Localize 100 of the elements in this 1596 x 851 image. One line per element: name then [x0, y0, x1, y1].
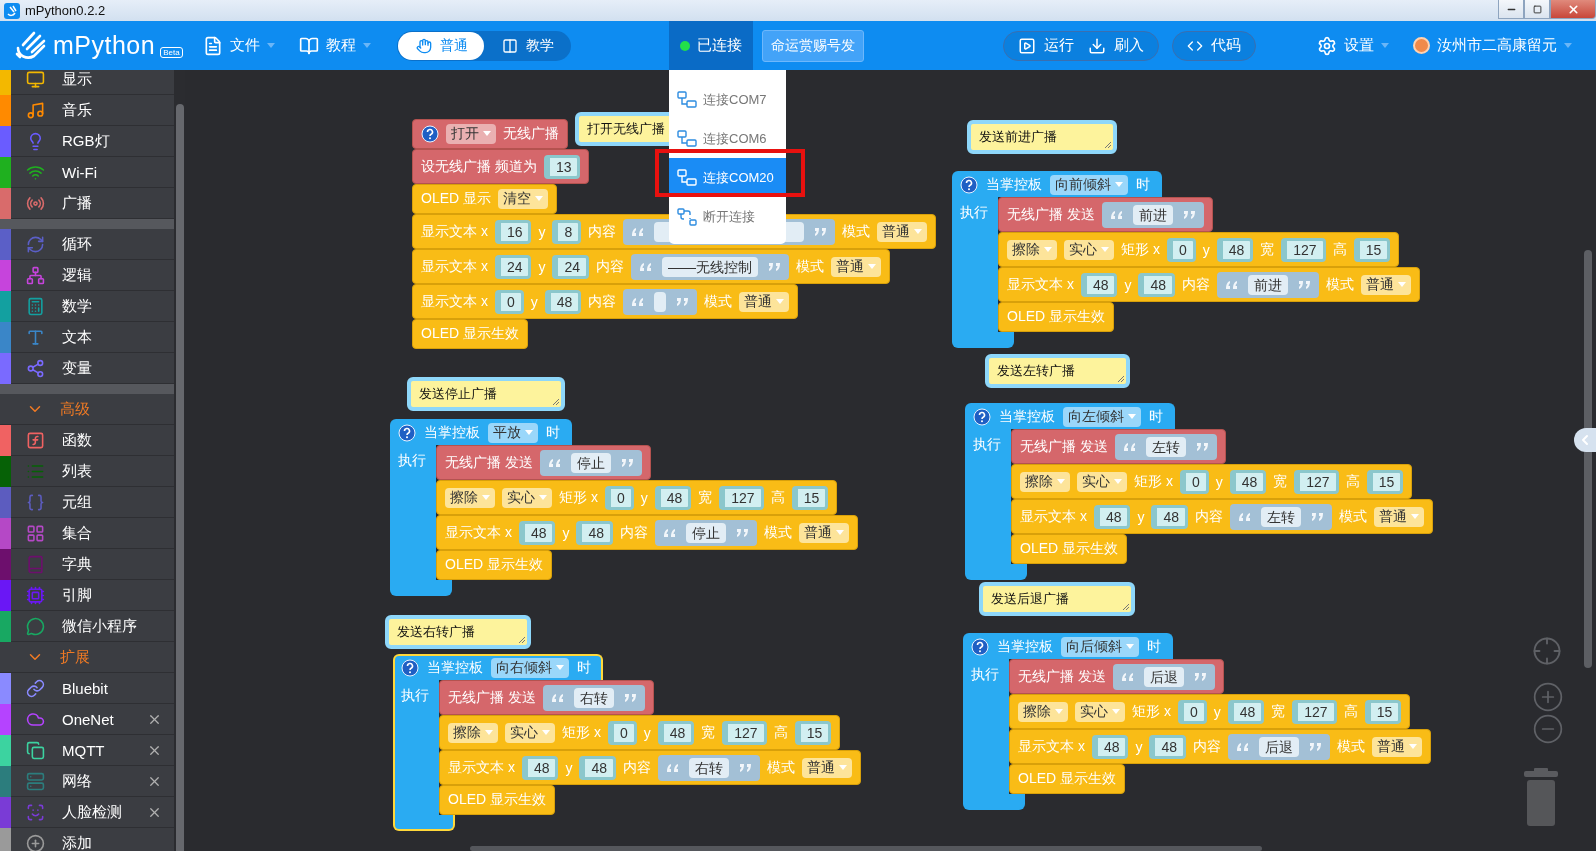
block-label: 无线广播 发送 [1007, 205, 1095, 224]
comment-text: 发送停止广播 [419, 385, 497, 403]
sidebar-label: Bluebit [62, 679, 108, 697]
block-label: 高 [1345, 472, 1360, 491]
block-label: y [1202, 241, 1210, 258]
block-label: 矩形 x [1132, 702, 1171, 721]
block-label: 模式 [764, 523, 793, 542]
sidebar-label: 变量 [62, 358, 92, 378]
block-label: 内容 [1182, 275, 1211, 294]
block-label: 矩形 x [1121, 240, 1160, 259]
block-label: 显示文本 x [1020, 507, 1087, 526]
sidebar-label: 音乐 [62, 100, 92, 120]
block-label: 显示文本 x [421, 222, 488, 241]
block-label: 执行 [960, 204, 988, 220]
block-label: 无线广播 发送 [1018, 667, 1106, 686]
block-label: 高 [773, 723, 788, 742]
block-label: y [565, 759, 573, 776]
block-label: y [530, 293, 538, 310]
beta-badge: Beta [160, 47, 183, 58]
block-label: OLED 显示生效 [421, 325, 519, 343]
block-label: 显示文本 x [421, 257, 488, 276]
block-label: y [538, 258, 546, 275]
sidebar-label: 添加 [62, 833, 92, 851]
block-label: 高 [770, 488, 785, 507]
logo-text: mPython [53, 31, 156, 60]
sidebar-label: 广播 [62, 193, 92, 213]
sidebar-label: MQTT [62, 741, 105, 759]
block-label: 显示文本 x [421, 292, 488, 311]
block-label: 模式 [842, 222, 871, 241]
block-label: y [1137, 508, 1145, 525]
block-label: 当掌控板 [424, 424, 480, 442]
block-label: 模式 [796, 257, 825, 276]
block-label: 时 [1136, 176, 1150, 194]
block-label: OLED 显示生效 [448, 791, 546, 809]
sidebar-label: 循环 [62, 234, 92, 254]
block-label: 高 [1332, 240, 1347, 259]
block-label: 无线广播 [503, 125, 559, 143]
block-label: 显示文本 x [445, 523, 512, 542]
block-label: 宽 [1260, 240, 1275, 259]
block-label: 宽 [698, 488, 713, 507]
block-label: 当掌控板 [997, 638, 1053, 656]
block-label: 矩形 x [1134, 472, 1173, 491]
sidebar-label: 集合 [62, 523, 92, 543]
block-label: 时 [546, 424, 560, 442]
sidebar-label: 列表 [62, 461, 92, 481]
block-label: 内容 [596, 257, 625, 276]
block-label: 模式 [1326, 275, 1355, 294]
sidebar-label: 引脚 [62, 585, 92, 605]
sidebar-label: 逻辑 [62, 265, 92, 285]
block-label: 内容 [620, 523, 649, 542]
block-label: y [562, 524, 570, 541]
block-label: 执行 [401, 687, 429, 703]
block-label: 时 [1147, 638, 1161, 656]
block-label: 宽 [1273, 472, 1288, 491]
sidebar-label: 显示 [62, 70, 92, 89]
block-label: 执行 [971, 666, 999, 682]
block-label: 无线广播 发送 [445, 453, 533, 472]
sidebar-label: 人脸检测 [62, 802, 122, 822]
sidebar-label: 元组 [62, 492, 92, 512]
block-label: y [643, 724, 651, 741]
block-label: y [538, 223, 546, 240]
block-label: 当掌控板 [986, 176, 1042, 194]
block-label: 执行 [398, 452, 426, 468]
block-label: y [1135, 738, 1143, 755]
status-text: 已连接 [696, 36, 742, 55]
block-label: 内容 [588, 292, 617, 311]
block-label: 时 [577, 659, 591, 677]
block-label: 内容 [623, 758, 652, 777]
block-label: OLED 显示生效 [1007, 308, 1105, 326]
category-label: 高级 [60, 399, 90, 419]
comment-text: 发送后退广播 [991, 590, 1069, 608]
sidebar-label: 网络 [62, 771, 92, 791]
block-label: 显示文本 x [1018, 737, 1085, 756]
block-label: OLED 显示生效 [1020, 540, 1118, 558]
block-label: y [1215, 473, 1223, 490]
sidebar-label: 字典 [62, 554, 92, 574]
block-label: 显示文本 x [448, 758, 515, 777]
comment-text: 发送左转广播 [997, 362, 1075, 380]
block-label: 无线广播 发送 [1020, 437, 1108, 456]
category-label: 扩展 [60, 647, 90, 667]
block-label: y [640, 489, 648, 506]
block-label: 矩形 x [562, 723, 601, 742]
block-label: 矩形 x [559, 488, 598, 507]
block-label: 时 [1149, 408, 1163, 426]
block-label: 无线广播 发送 [448, 688, 536, 707]
block-label: 当掌控板 [427, 659, 483, 677]
block-label: 模式 [1339, 507, 1368, 526]
sidebar-label: 微信小程序 [62, 616, 137, 636]
block-label: 高 [1343, 702, 1358, 721]
block-label: 内容 [1193, 737, 1222, 756]
sidebar-label: 数学 [62, 296, 92, 316]
sidebar-label: OneNet [62, 710, 114, 728]
block-label: 模式 [704, 292, 733, 311]
block-label: y [1124, 276, 1132, 293]
block-label: 内容 [588, 222, 617, 241]
sidebar-label: RGB灯 [62, 131, 110, 151]
block-label: 宽 [701, 723, 716, 742]
block-label: y [1213, 703, 1221, 720]
block-label: 显示文本 x [1007, 275, 1074, 294]
sidebar-label: Wi-Fi [62, 163, 97, 181]
